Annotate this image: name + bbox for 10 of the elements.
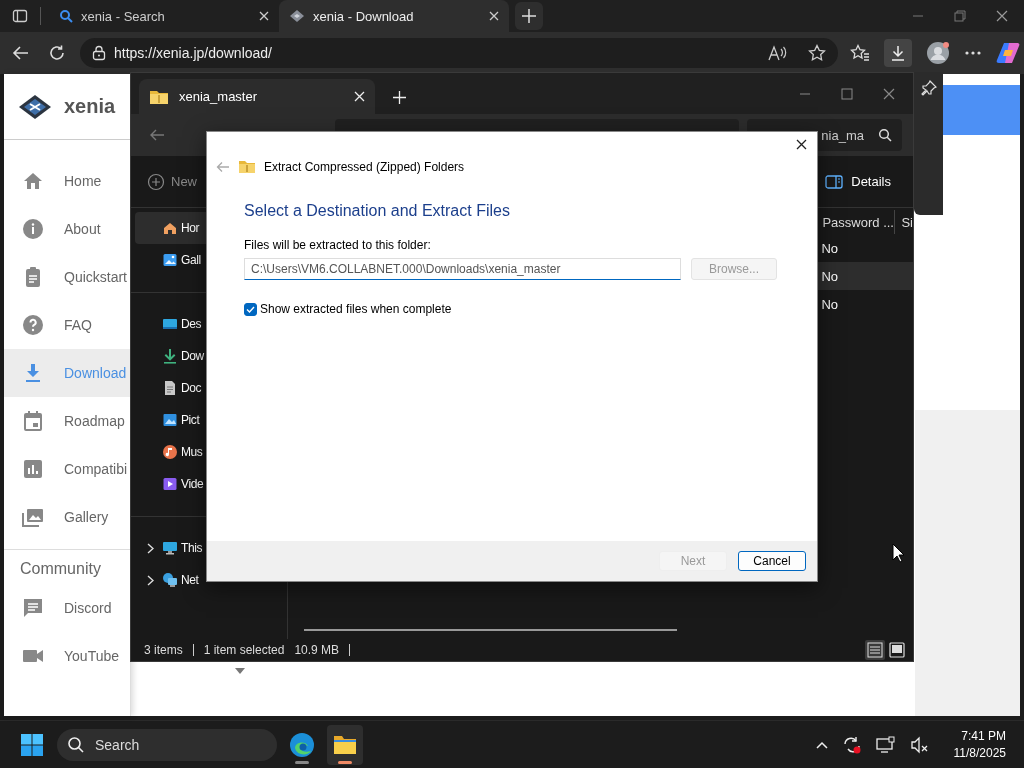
selection-size: 10.9 MB [294,643,340,657]
checkbox-label: Show extracted files when complete [260,302,452,316]
item-count: 3 items [144,643,183,657]
selection-count: 1 item selected [203,643,285,657]
dialog-heading: Select a Destination and Extract Files [244,202,511,220]
clock-time: 7:41 PM [961,727,1006,745]
dialog-title: Extract Compressed (Zipped) Folders [264,160,465,174]
field-label: Files will be extracted to this folder: [244,238,432,252]
section-title: Community [19,559,102,579]
clock-date: 11/8/2025 [953,744,1006,762]
